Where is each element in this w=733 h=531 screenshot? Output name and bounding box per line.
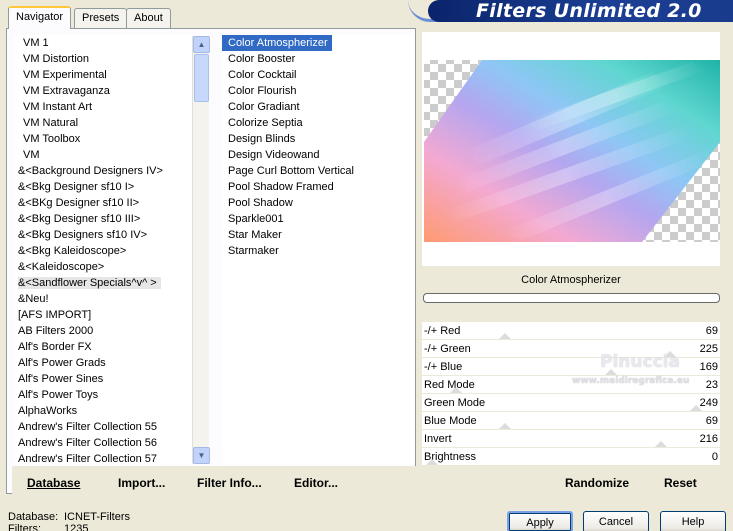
database-button[interactable]: Database [27, 476, 80, 490]
filter-item[interactable]: Design Videowand [222, 147, 414, 163]
category-item[interactable]: &<Bkg Designer sf10 I> [14, 179, 192, 195]
category-item[interactable]: VM [14, 147, 192, 163]
editor-button[interactable]: Editor... [294, 476, 338, 490]
tab-navigator[interactable]: Navigator [8, 6, 72, 29]
slider-row[interactable]: Invert 216 [422, 430, 720, 448]
category-item[interactable]: &<Background Designers IV> [14, 163, 192, 179]
chevron-down-icon: ▼ [197, 451, 206, 460]
app-title: Filters Unlimited 2.0 [428, 0, 733, 22]
category-item[interactable]: &<Bkg Designers sf10 IV> [14, 227, 192, 243]
reset-button[interactable]: Reset [664, 476, 697, 490]
category-item[interactable]: VM 1 [14, 35, 192, 51]
scroll-thumb[interactable] [194, 54, 209, 102]
watermark-url: www.maidiregrafica.eu [572, 376, 690, 386]
category-scrollbar[interactable]: ▲ ▼ [192, 36, 210, 464]
apply-button[interactable]: Apply [507, 511, 573, 531]
slider-value: 69 [705, 325, 718, 337]
cancel-button[interactable]: Cancel [583, 511, 649, 531]
slider-value: 216 [699, 433, 718, 445]
scroll-down-button[interactable]: ▼ [193, 447, 210, 464]
category-item[interactable]: VM Instant Art [14, 99, 192, 115]
tab-about[interactable]: About [126, 8, 171, 28]
preview-filter-name: Color Atmospherizer [422, 268, 720, 292]
watermark-name: Pinuccia [600, 352, 680, 372]
slider-thumb[interactable] [690, 405, 702, 411]
category-item[interactable]: &<Kaleidoscope> [14, 259, 192, 275]
category-item[interactable]: Alf's Power Sines [14, 371, 192, 387]
filter-item[interactable]: Colorize Septia [222, 115, 414, 131]
category-item[interactable]: VM Experimental [14, 67, 192, 83]
slider-label: -/+ Green [424, 343, 471, 355]
category-item[interactable]: Andrew's Filter Collection 55 [14, 419, 192, 435]
slider-value: 169 [699, 361, 718, 373]
category-item[interactable]: Alf's Border FX [14, 339, 192, 355]
filter-item[interactable]: Color Cocktail [222, 67, 414, 83]
filter-item[interactable]: Design Blinds [222, 131, 414, 147]
slider-label: -/+ Blue [424, 361, 463, 373]
category-item[interactable]: VM Toolbox [14, 131, 192, 147]
slider-row[interactable]: -/+ Red 69 [422, 322, 720, 340]
category-item[interactable]: VM Extravaganza [14, 83, 192, 99]
slider-value: 249 [699, 397, 718, 409]
category-item[interactable]: &<Bkg Designer sf10 III> [14, 211, 192, 227]
slider-thumb[interactable] [499, 423, 511, 429]
database-value: ICNET-Filters [64, 511, 130, 523]
parameter-sliders[interactable]: -/+ Red 69 -/+ Green 225 -/+ Blue 169 Red Mode… [422, 322, 720, 466]
chevron-up-icon: ▲ [197, 40, 206, 49]
filter-item[interactable]: Pool Shadow [222, 195, 414, 211]
slider-label: Green Mode [424, 397, 486, 409]
slider-row[interactable]: Blue Mode 69 [422, 412, 720, 430]
filters-count: 1235 [64, 523, 89, 531]
category-item[interactable]: Alf's Power Grads [14, 355, 192, 371]
slider-value: 225 [699, 343, 718, 355]
filter-item[interactable]: Sparkle001 [222, 211, 414, 227]
slider-thumb[interactable] [450, 387, 462, 393]
category-list[interactable]: VM 1 VM Distortion VM Experimental VM Extra… [14, 35, 192, 465]
category-item[interactable]: [AFS IMPORT] [14, 307, 192, 323]
slider-thumb[interactable] [499, 333, 511, 339]
filter-item[interactable]: Page Curl Bottom Vertical [222, 163, 414, 179]
filter-info-button[interactable]: Filter Info... [197, 476, 262, 490]
tab-presets[interactable]: Presets [74, 8, 128, 28]
category-item[interactable]: AB Filters 2000 [14, 323, 192, 339]
slider-value: 69 [705, 415, 718, 427]
help-button[interactable]: Help [660, 511, 726, 531]
category-item[interactable]: Andrew's Filter Collection 57 [14, 451, 192, 465]
category-item[interactable]: VM Distortion [14, 51, 192, 67]
filter-preview [422, 32, 720, 266]
category-item[interactable]: &<BKg Designer sf10 II> [14, 195, 192, 211]
import-button[interactable]: Import... [118, 476, 165, 490]
slider-label: Blue Mode [424, 415, 477, 427]
preview-image [424, 60, 720, 242]
slider-thumb[interactable] [426, 459, 438, 465]
filter-item[interactable]: Color Flourish [222, 83, 414, 99]
category-item[interactable]: &Neu! [14, 291, 192, 307]
slider-row[interactable]: Brightness 0 [422, 448, 720, 466]
slider-value: 0 [711, 451, 718, 463]
slider-label: Invert [424, 433, 452, 445]
randomize-button[interactable]: Randomize [565, 476, 629, 490]
filters-label: Filters: [8, 523, 41, 531]
category-item[interactable]: &<Bkg Kaleidoscope> [14, 243, 192, 259]
filter-item[interactable]: Color Atmospherizer [222, 35, 332, 51]
slider-value: 23 [705, 379, 718, 391]
slider-row[interactable]: Green Mode 249 [422, 394, 720, 412]
filter-item[interactable]: Pool Shadow Framed [222, 179, 414, 195]
filter-item[interactable]: Color Gradiant [222, 99, 414, 115]
database-info: Database: ICNET-Filters Filters: 1235 [8, 511, 130, 531]
slider-thumb[interactable] [655, 441, 667, 447]
category-item[interactable]: Alf's Power Toys [14, 387, 192, 403]
filter-item[interactable]: Starmaker [222, 243, 414, 259]
progress-bar [423, 293, 720, 303]
filter-list[interactable]: Color Atmospherizer Color Booster Color Co… [222, 35, 414, 465]
scroll-up-button[interactable]: ▲ [193, 36, 210, 53]
category-item[interactable]: Andrew's Filter Collection 56 [14, 435, 192, 451]
filter-item[interactable]: Color Booster [222, 51, 414, 67]
category-item[interactable]: VM Natural [14, 115, 192, 131]
category-item[interactable]: &<Sandflower Specials^v^ > [14, 275, 192, 291]
category-item[interactable]: AlphaWorks [14, 403, 192, 419]
filter-item[interactable]: Star Maker [222, 227, 414, 243]
database-label: Database: [8, 511, 59, 523]
slider-label: -/+ Red [424, 325, 461, 337]
